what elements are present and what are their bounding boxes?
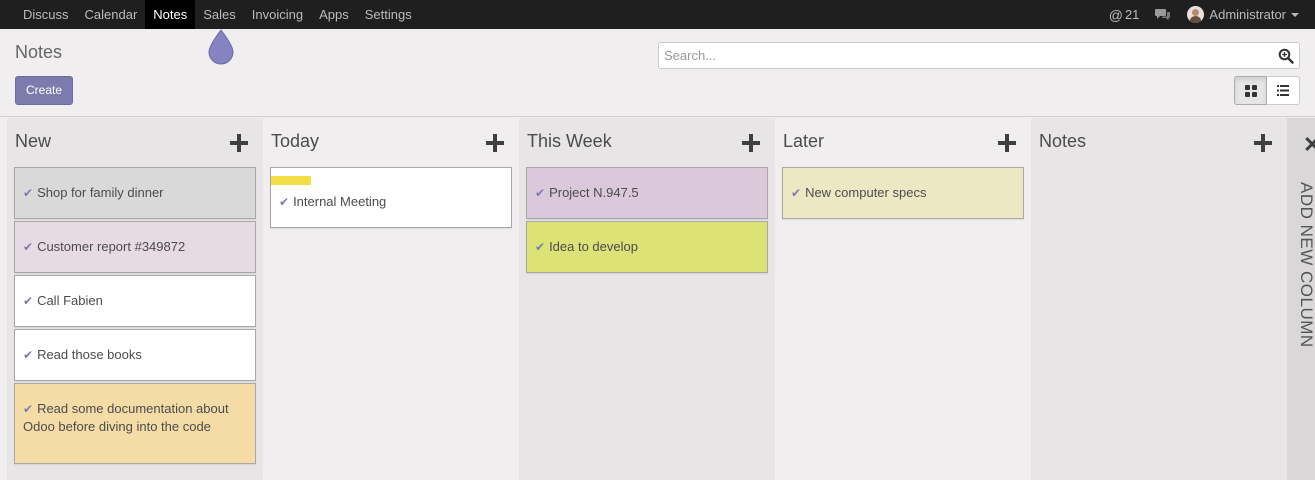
note-card[interactable]: ✔ Read some documentation about Odoo befo… bbox=[14, 383, 256, 464]
note-text: Internal Meeting bbox=[293, 194, 387, 209]
main-menu: Discuss Calendar Notes Sales Invoicing A… bbox=[15, 0, 420, 29]
column-title: New bbox=[15, 131, 52, 151]
grid-icon bbox=[1244, 84, 1257, 97]
column-title: Today bbox=[271, 131, 320, 151]
check-icon[interactable]: ✔ bbox=[23, 186, 33, 200]
note-text: Customer report #349872 bbox=[37, 239, 186, 254]
note-text: Read some documentation about Odoo befor… bbox=[23, 401, 229, 434]
check-icon[interactable]: ✔ bbox=[279, 195, 289, 209]
page-title: Notes bbox=[15, 42, 63, 62]
note-text: Project N.947.5 bbox=[549, 185, 639, 200]
kanban-board: New ✔ Shop for family dinner ✔ Customer re… bbox=[0, 116, 1315, 480]
mentions-button[interactable]: @ 21 bbox=[1109, 7, 1140, 23]
note-card[interactable]: ✔ Internal Meeting bbox=[270, 167, 512, 228]
column-new: New ✔ Shop for family dinner ✔ Customer re… bbox=[7, 118, 263, 480]
note-text: Idea to develop bbox=[549, 239, 638, 254]
note-card[interactable]: ✔ Customer report #349872 bbox=[14, 221, 256, 273]
note-card[interactable]: ✔ Read those books bbox=[14, 329, 256, 381]
check-icon[interactable]: ✔ bbox=[535, 240, 545, 254]
column-today: Today ✔ Internal Meeting bbox=[263, 118, 519, 480]
chat-icon bbox=[1155, 9, 1171, 21]
column-title: Later bbox=[783, 131, 825, 151]
add-new-column[interactable]: ✕ ADD NEW COLUMN bbox=[1287, 118, 1315, 480]
note-text: Read those books bbox=[37, 347, 142, 362]
check-icon[interactable]: ✔ bbox=[23, 348, 33, 362]
note-card[interactable]: ✔ Call Fabien bbox=[14, 275, 256, 327]
note-text: Call Fabien bbox=[37, 293, 103, 308]
menu-item-calendar[interactable]: Calendar bbox=[77, 0, 146, 29]
mentions-count: 21 bbox=[1124, 7, 1140, 22]
search-input[interactable] bbox=[659, 43, 1259, 68]
create-button[interactable]: Create bbox=[15, 76, 73, 105]
note-card[interactable]: ✔ Project N.947.5 bbox=[526, 167, 768, 219]
check-icon[interactable]: ✔ bbox=[23, 402, 33, 416]
menu-item-sales[interactable]: Sales bbox=[195, 0, 244, 29]
search-icon[interactable] bbox=[1278, 48, 1294, 64]
menu-item-notes[interactable]: Notes bbox=[145, 0, 196, 29]
color-tag bbox=[271, 176, 311, 185]
list-icon bbox=[1277, 85, 1289, 96]
view-switcher bbox=[1234, 76, 1300, 105]
column-title: Notes bbox=[1039, 131, 1087, 151]
column-this-week: This Week ✔ Project N.947.5 ✔ Idea to deve… bbox=[519, 118, 775, 480]
systray: @ 21 Administrator bbox=[1109, 0, 1315, 29]
check-icon[interactable]: ✔ bbox=[23, 240, 33, 254]
top-navbar: Discuss Calendar Notes Sales Invoicing A… bbox=[0, 0, 1315, 29]
column-title: This Week bbox=[527, 131, 612, 151]
list-view-button[interactable] bbox=[1267, 76, 1300, 105]
plus-icon[interactable] bbox=[230, 134, 248, 152]
menu-item-apps[interactable]: Apps bbox=[311, 0, 357, 29]
check-icon[interactable]: ✔ bbox=[791, 186, 801, 200]
plus-icon[interactable] bbox=[486, 134, 504, 152]
at-icon: @ bbox=[1108, 6, 1123, 23]
messaging-button[interactable] bbox=[1155, 8, 1171, 21]
check-icon[interactable]: ✔ bbox=[23, 294, 33, 308]
column-notes: Notes bbox=[1031, 118, 1287, 480]
click-indicator-icon bbox=[208, 29, 234, 65]
menu-item-settings[interactable]: Settings bbox=[357, 0, 420, 29]
add-column-label: ADD NEW COLUMN bbox=[1297, 182, 1315, 348]
note-card[interactable]: ✔ New computer specs bbox=[782, 167, 1024, 219]
plus-icon[interactable] bbox=[998, 134, 1016, 152]
note-text: Shop for family dinner bbox=[37, 185, 164, 200]
note-card[interactable]: ✔ Idea to develop bbox=[526, 221, 768, 273]
close-icon: ✕ bbox=[1303, 132, 1315, 157]
column-later: Later ✔ New computer specs bbox=[775, 118, 1031, 480]
user-menu[interactable]: Administrator bbox=[1187, 6, 1299, 23]
menu-item-invoicing[interactable]: Invoicing bbox=[244, 0, 311, 29]
avatar bbox=[1187, 6, 1205, 23]
kanban-view-button[interactable] bbox=[1234, 76, 1267, 105]
caret-down-icon bbox=[1291, 12, 1299, 17]
menu-item-discuss[interactable]: Discuss bbox=[15, 0, 77, 29]
check-icon[interactable]: ✔ bbox=[535, 186, 545, 200]
plus-icon[interactable] bbox=[742, 134, 760, 152]
user-name: Administrator bbox=[1209, 7, 1286, 22]
plus-icon[interactable] bbox=[1254, 134, 1272, 152]
search-bar bbox=[658, 42, 1300, 69]
note-text: New computer specs bbox=[805, 185, 927, 200]
note-card[interactable]: ✔ Shop for family dinner bbox=[14, 167, 256, 219]
